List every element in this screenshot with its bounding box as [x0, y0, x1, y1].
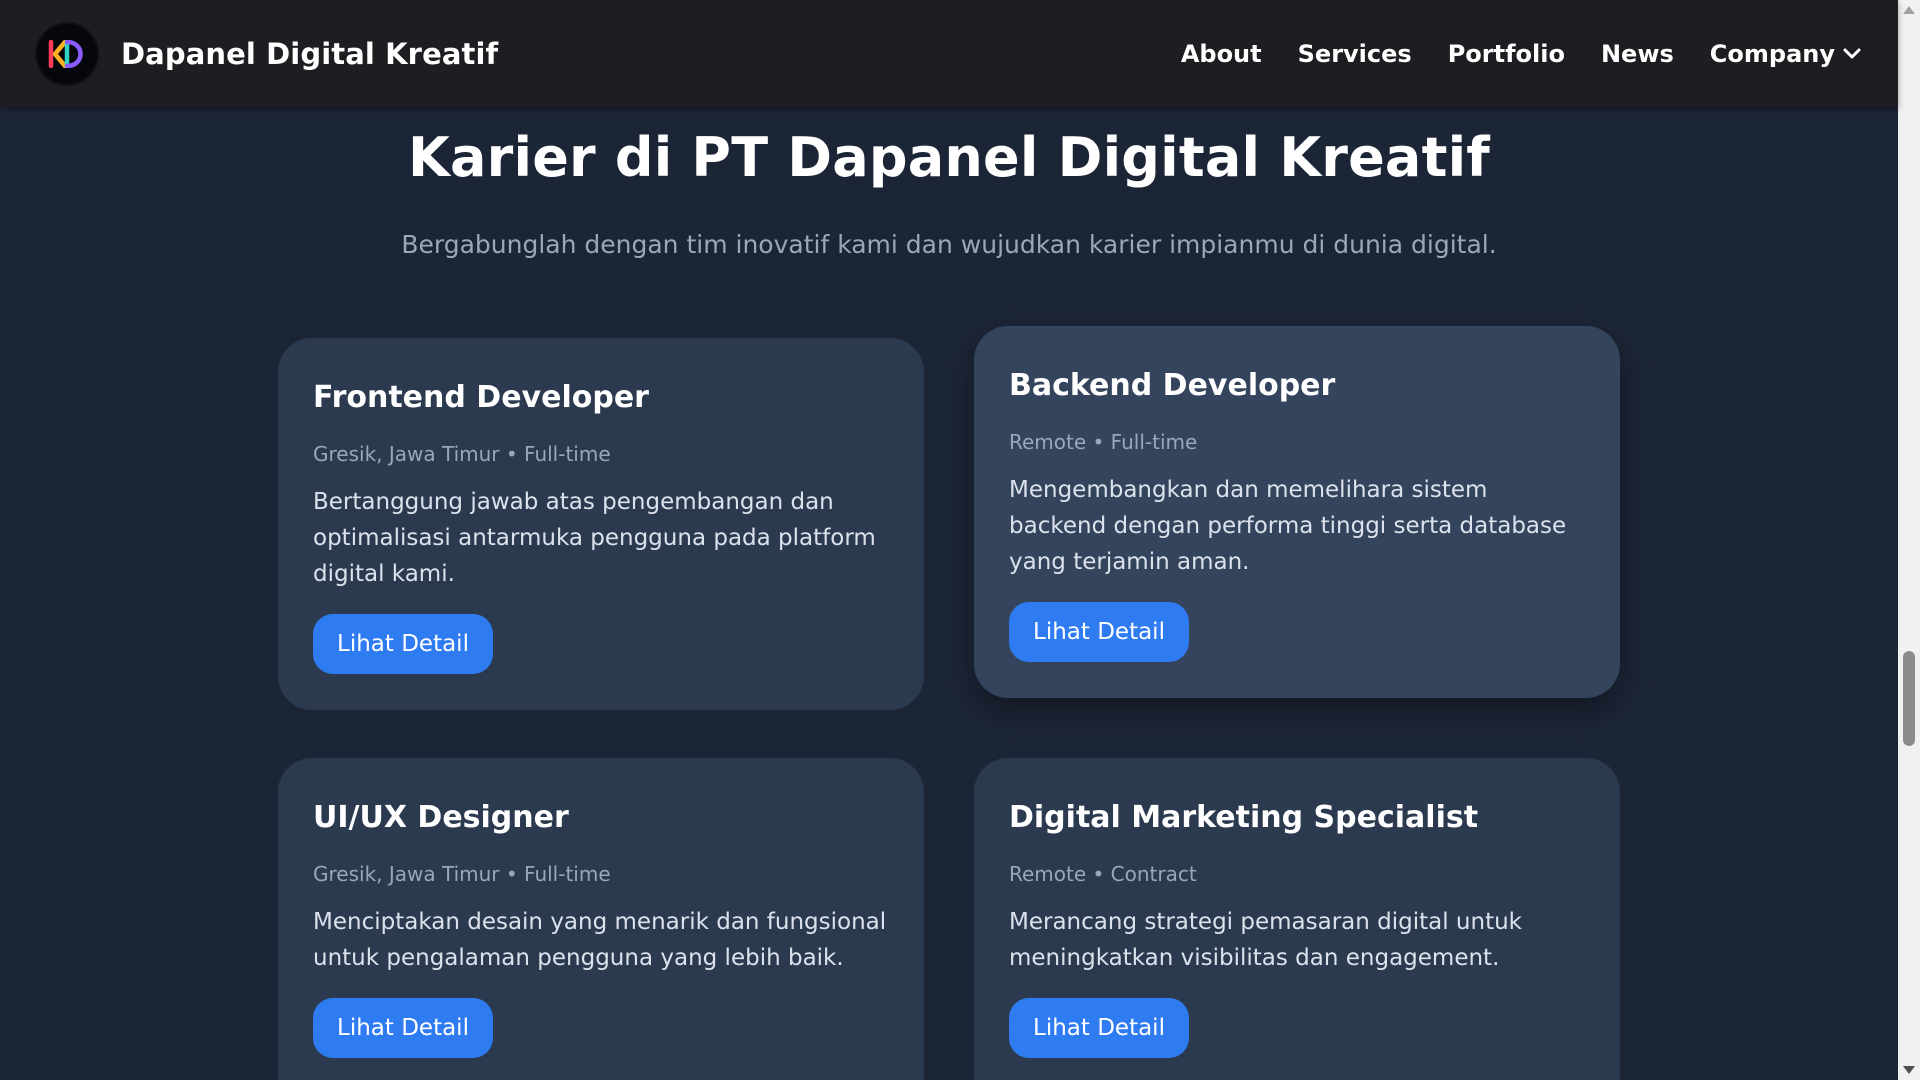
- page-scrollbar[interactable]: [1898, 0, 1920, 1080]
- view-detail-button[interactable]: Lihat Detail: [313, 614, 493, 674]
- scrollbar-thumb[interactable]: [1903, 651, 1915, 746]
- navbar: Dapanel Digital Kreatif About Services P…: [0, 0, 1898, 107]
- brand-logo-icon[interactable]: [37, 23, 97, 84]
- nav-company-dropdown[interactable]: Company: [1710, 40, 1861, 68]
- job-card-backend: Backend Developer Remote • Full-time Men…: [974, 326, 1620, 698]
- nav-portfolio[interactable]: Portfolio: [1448, 40, 1565, 68]
- scroll-down-arrow-icon[interactable]: [1903, 1066, 1915, 1074]
- job-card-digital-marketing: Digital Marketing Specialist Remote • Co…: [974, 758, 1620, 1080]
- nav-company-label: Company: [1709, 39, 1835, 68]
- nav-services-label: Services: [1297, 39, 1412, 68]
- page: Dapanel Digital Kreatif About Services P…: [0, 0, 1920, 1080]
- job-description: Menciptakan desain yang menarik dan fung…: [313, 909, 887, 971]
- job-title: Digital Marketing Specialist: [1009, 800, 1479, 835]
- view-detail-button[interactable]: Lihat Detail: [1009, 602, 1189, 662]
- nav-about[interactable]: About: [1181, 40, 1262, 68]
- job-meta: Remote • Contract: [1009, 862, 1197, 886]
- brand[interactable]: Dapanel Digital Kreatif: [37, 23, 498, 84]
- job-title: Frontend Developer: [313, 380, 649, 415]
- job-description: Mengembangkan dan memelihara sistem back…: [1009, 477, 1567, 575]
- job-title: UI/UX Designer: [313, 800, 569, 835]
- chevron-down-icon: [1843, 48, 1861, 60]
- nav-about-label: About: [1180, 39, 1262, 68]
- job-meta: Gresik, Jawa Timur • Full-time: [313, 862, 611, 886]
- nav-portfolio-label: Portfolio: [1447, 39, 1565, 68]
- page-title: Karier di PT Dapanel Digital Kreatif: [407, 126, 1490, 189]
- logo-letters-icon: [48, 39, 83, 68]
- nav-news[interactable]: News: [1601, 40, 1674, 68]
- job-title: Backend Developer: [1009, 368, 1336, 403]
- nav-news-label: News: [1600, 39, 1674, 68]
- view-detail-button[interactable]: Lihat Detail: [313, 998, 493, 1058]
- view-detail-button[interactable]: Lihat Detail: [1009, 998, 1189, 1058]
- scroll-up-arrow-icon[interactable]: [1903, 6, 1915, 14]
- job-card-frontend: Frontend Developer Gresik, Jawa Timur • …: [278, 338, 924, 710]
- page-subtitle: Bergabunglah dengan tim inovatif kami da…: [401, 230, 1497, 259]
- job-card-uiux: UI/UX Designer Gresik, Jawa Timur • Full…: [278, 758, 924, 1080]
- brand-name[interactable]: Dapanel Digital Kreatif: [121, 37, 498, 71]
- job-description: Merancang strategi pemasaran digital unt…: [1009, 909, 1522, 971]
- job-meta: Remote • Full-time: [1009, 430, 1198, 454]
- nav-services[interactable]: Services: [1298, 40, 1412, 68]
- job-meta: Gresik, Jawa Timur • Full-time: [313, 442, 611, 466]
- job-description: Bertanggung jawab atas pengembangan dan …: [313, 489, 876, 587]
- main-nav: About Services Portfolio News Company: [1181, 40, 1861, 68]
